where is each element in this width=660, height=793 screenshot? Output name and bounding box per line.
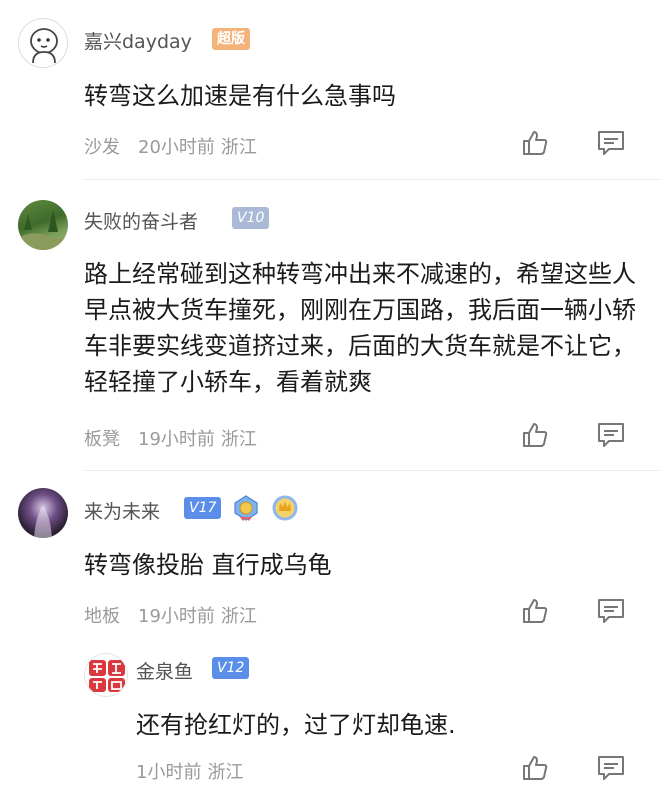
- comment-meta: 板凳 19小时前 浙江: [84, 425, 275, 451]
- cartoon-avatar-icon: [30, 28, 58, 64]
- reply-text: 还有抢红灯的，过了灯却龟速.: [136, 711, 456, 739]
- super-moderator-badge: 超版: [212, 28, 250, 50]
- floor-label: 地板: [84, 606, 120, 627]
- thumbs-up-icon: [523, 131, 548, 155]
- thumbs-up-icon: [523, 599, 548, 623]
- username[interactable]: 嘉兴dayday: [84, 27, 192, 54]
- floor-label: 沙发: [84, 137, 120, 158]
- reply-button[interactable]: [596, 420, 626, 450]
- timestamp: 1小时前: [136, 762, 202, 783]
- like-button[interactable]: [520, 753, 550, 783]
- floor-label: 板凳: [84, 429, 120, 450]
- username[interactable]: 来为未来: [84, 497, 160, 524]
- medal-badge-icon: [231, 493, 261, 523]
- timestamp: 19小时前: [138, 429, 215, 450]
- comment-item: 来为未来 V17 转弯像投胎 直行成乌龟 地板 19小时前 浙江 金泉鱼 V12…: [0, 470, 660, 793]
- comment-text: 转弯像投胎 直行成乌龟: [84, 551, 332, 579]
- comment-text: 路上经常碰到这种转弯冲出来不减速的，希望这些人早点被大货车撞死，刚刚在万国路，我…: [84, 260, 636, 396]
- reply-meta: 1小时前 浙江: [136, 758, 261, 784]
- landscape-photo-icon: [18, 210, 68, 250]
- avatar[interactable]: [18, 18, 68, 68]
- like-button[interactable]: [520, 128, 550, 158]
- comment-meta: 地板 19小时前 浙江: [84, 602, 275, 628]
- location: 浙江: [220, 137, 257, 158]
- level-badge: V12: [212, 657, 250, 679]
- level-badge: V17: [184, 497, 222, 519]
- reply-button[interactable]: [596, 596, 626, 626]
- avatar[interactable]: [18, 200, 68, 250]
- avatar[interactable]: [18, 488, 68, 538]
- location: 浙江: [220, 606, 257, 627]
- reply-item: 金泉鱼 V12 还有抢红灯的，过了灯却龟速. 1小时前 浙江: [0, 645, 660, 793]
- level-badge: V10: [232, 207, 270, 229]
- thumbs-up-icon: [523, 756, 548, 780]
- comment-icon: [598, 423, 624, 447]
- username[interactable]: 失败的奋斗者: [84, 207, 198, 234]
- comment-item: 失败的奋斗者 V10 路上经常碰到这种转弯冲出来不减速的，希望这些人早点被大货车…: [0, 180, 660, 471]
- timestamp: 19小时前: [138, 606, 215, 627]
- portrait-photo-icon: [34, 506, 52, 538]
- location: 浙江: [207, 762, 244, 783]
- comment-icon: [598, 131, 624, 155]
- avatar[interactable]: [84, 653, 128, 697]
- like-button[interactable]: [520, 596, 550, 626]
- location: 浙江: [220, 429, 257, 450]
- comment-icon: [598, 599, 624, 623]
- username[interactable]: 金泉鱼: [136, 657, 193, 684]
- comment-icon: [598, 756, 624, 780]
- comment-meta: 沙发 20小时前 浙江: [84, 133, 275, 159]
- thumbs-up-icon: [523, 423, 548, 447]
- like-button[interactable]: [520, 420, 550, 450]
- calligraphy-avatar-icon: [89, 660, 125, 692]
- crown-badge-icon: [270, 493, 300, 523]
- reply-button[interactable]: [596, 753, 626, 783]
- reply-button[interactable]: [596, 128, 626, 158]
- comment-item: 嘉兴dayday 超版 转弯这么加速是有什么急事吗 沙发 20小时前 浙江: [0, 0, 660, 180]
- timestamp: 20小时前: [138, 137, 215, 158]
- comment-text: 转弯这么加速是有什么急事吗: [84, 82, 396, 110]
